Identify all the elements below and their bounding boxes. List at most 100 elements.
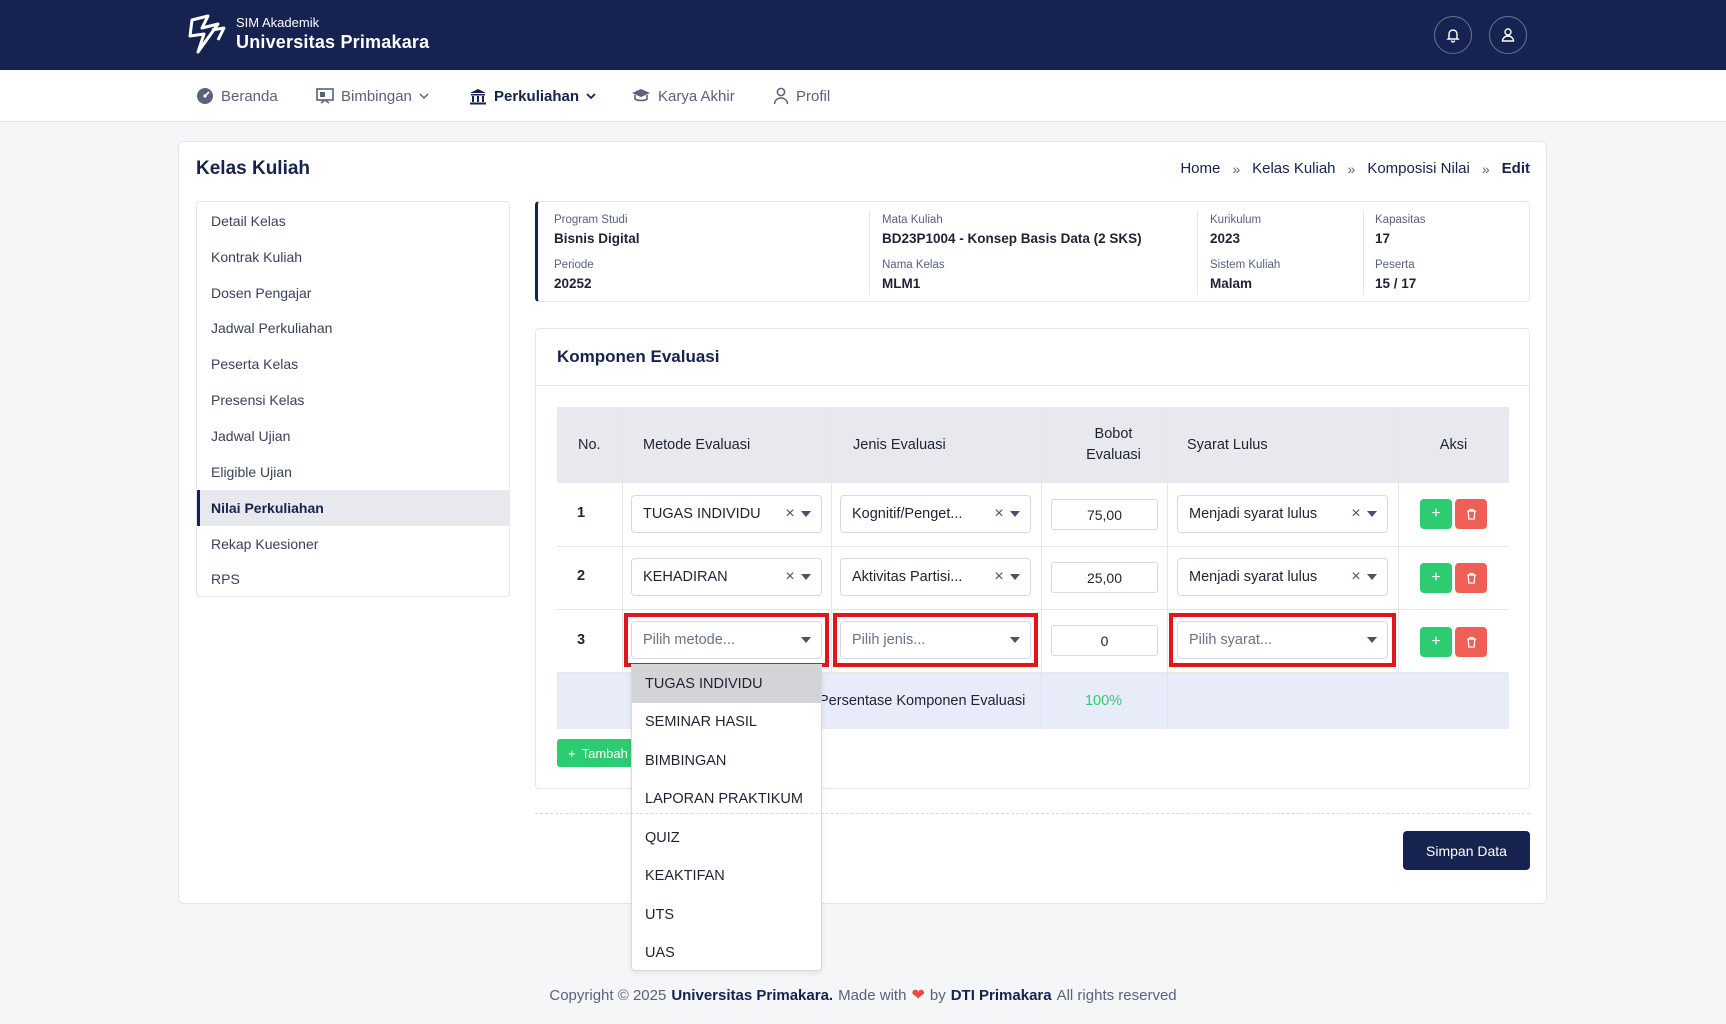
row-number: 3 xyxy=(577,632,586,648)
syarat-select[interactable]: Menjadi syarat lulus × xyxy=(1177,495,1388,533)
brand-subtitle: SIM Akademik xyxy=(236,15,320,30)
info-kurikulum: Kurikulum 2023 xyxy=(1210,214,1262,246)
clear-icon[interactable]: × xyxy=(992,505,1006,523)
breadcrumb-separator: » xyxy=(1347,160,1356,177)
add-row-button[interactable]: + xyxy=(1420,563,1452,593)
bobot-input[interactable]: 0 xyxy=(1051,625,1158,656)
column-header-syarat: Syarat Lulus xyxy=(1187,437,1268,453)
class-info-box: Program Studi Bisnis Digital Periode 202… xyxy=(535,201,1530,302)
sidebar-item-kontrak-kuliah[interactable]: Kontrak Kuliah xyxy=(197,239,509,275)
sidebar-item-rps[interactable]: RPS xyxy=(197,561,509,597)
trash-icon xyxy=(1466,572,1476,584)
delete-row-button[interactable] xyxy=(1455,627,1487,657)
breadcrumb-separator: » xyxy=(1481,160,1490,177)
sidebar-item-dosen-pengajar[interactable]: Dosen Pengajar xyxy=(197,275,509,311)
nav-bimbingan[interactable]: Bimbingan xyxy=(316,70,429,122)
chevron-down-icon xyxy=(586,93,596,100)
column-divider xyxy=(1398,407,1399,673)
table-header: No. Metode Evaluasi Jenis Evaluasi Bobot… xyxy=(557,407,1509,483)
sidebar-item-eligible-ujian[interactable]: Eligible Ujian xyxy=(197,454,509,490)
caret-down-icon xyxy=(801,574,811,580)
metode-select[interactable]: TUGAS INDIVIDU × xyxy=(631,495,822,533)
syarat-select[interactable]: Menjadi syarat lulus × xyxy=(1177,558,1388,596)
column-header-aksi: Aksi xyxy=(1439,437,1468,453)
caret-down-icon xyxy=(1367,511,1377,517)
sidebar-item-nilai-perkuliahan[interactable]: Nilai Perkuliahan xyxy=(197,490,509,526)
top-header: SIM Akademik Universitas Primakara xyxy=(0,0,1726,70)
sidebar-item-peserta-kelas[interactable]: Peserta Kelas xyxy=(197,346,509,382)
sidebar-item-presensi-kelas[interactable]: Presensi Kelas xyxy=(197,382,509,418)
info-divider xyxy=(869,210,870,295)
dropdown-option-tugas-individu[interactable]: TUGAS INDIVIDU xyxy=(632,665,821,703)
clear-icon[interactable]: × xyxy=(992,568,1006,586)
class-sidebar: Detail Kelas Kontrak Kuliah Dosen Pengaj… xyxy=(196,201,510,597)
nav-beranda[interactable]: Beranda xyxy=(196,70,278,122)
sidebar-item-rekap-kuesioner[interactable]: Rekap Kuesioner xyxy=(197,526,509,562)
info-divider xyxy=(1197,210,1198,295)
syarat-select[interactable]: Pilih syarat... xyxy=(1177,621,1388,659)
caret-down-icon xyxy=(1010,637,1020,643)
jenis-select[interactable]: Pilih jenis... xyxy=(840,621,1031,659)
jenis-select[interactable]: Kognitif/Penget... × xyxy=(840,495,1031,533)
column-header-bobot: Bobot Evaluasi xyxy=(1086,426,1141,463)
dropdown-option-quiz[interactable]: QUIZ xyxy=(632,819,821,857)
plus-icon: + xyxy=(568,745,576,761)
board-icon xyxy=(316,88,334,104)
info-nama-kelas: Nama Kelas MLM1 xyxy=(882,259,945,291)
metode-select[interactable]: Pilih metode... xyxy=(631,621,822,659)
row-divider xyxy=(557,609,1509,610)
add-row-button[interactable]: + xyxy=(1420,499,1452,529)
save-button[interactable]: Simpan Data xyxy=(1403,831,1530,870)
graduation-cap-icon xyxy=(632,89,650,102)
user-icon xyxy=(1501,28,1515,42)
clear-icon[interactable]: × xyxy=(783,505,797,523)
dropdown-option-keaktifan[interactable]: KEAKTIFAN xyxy=(632,857,821,895)
panel-divider xyxy=(536,385,1529,386)
nav-karya-akhir[interactable]: Karya Akhir xyxy=(631,70,735,122)
dropdown-option-seminar-hasil[interactable]: SEMINAR HASIL xyxy=(632,703,821,741)
heart-icon: ❤ xyxy=(911,987,925,1004)
sidebar-item-detail-kelas[interactable]: Detail Kelas xyxy=(197,203,509,239)
dropdown-option-uas[interactable]: UAS xyxy=(632,934,821,970)
dropdown-option-bimbingan[interactable]: BIMBINGAN xyxy=(632,742,821,780)
breadcrumb: Home » Kelas Kuliah » Komposisi Nilai » … xyxy=(1180,160,1530,177)
add-row-button[interactable]: + xyxy=(1420,627,1452,657)
brand[interactable]: SIM Akademik Universitas Primakara xyxy=(188,14,429,54)
row-number: 1 xyxy=(577,505,586,521)
jenis-select[interactable]: Aktivitas Partisi... × xyxy=(840,558,1031,596)
info-sistem-kuliah: Sistem Kuliah Malam xyxy=(1210,259,1281,291)
breadcrumb-separator: » xyxy=(1232,160,1241,177)
profile-button[interactable] xyxy=(1489,16,1527,54)
column-header-metode: Metode Evaluasi xyxy=(643,437,751,453)
brand-title: Universitas Primakara xyxy=(236,32,430,52)
column-header-jenis: Jenis Evaluasi xyxy=(853,437,946,453)
chevron-down-icon xyxy=(419,93,429,100)
sidebar-item-jadwal-perkuliahan[interactable]: Jadwal Perkuliahan xyxy=(197,310,509,346)
info-peserta: Peserta 15 / 17 xyxy=(1375,259,1417,291)
trash-icon xyxy=(1466,636,1476,648)
sidebar-item-jadwal-ujian[interactable]: Jadwal Ujian xyxy=(197,418,509,454)
bobot-input[interactable]: 75,00 xyxy=(1051,499,1158,530)
metode-select[interactable]: KEHADIRAN × xyxy=(631,558,822,596)
column-divider xyxy=(622,407,623,673)
dashboard-icon xyxy=(197,88,213,104)
notification-button[interactable] xyxy=(1434,16,1472,54)
breadcrumb-kelas-kuliah[interactable]: Kelas Kuliah xyxy=(1252,160,1335,177)
breadcrumb-komposisi-nilai[interactable]: Komposisi Nilai xyxy=(1367,160,1470,177)
clear-icon[interactable]: × xyxy=(1349,568,1363,586)
main-nav: Beranda Bimbingan Perkuliahan Karya Akhi… xyxy=(0,70,1726,122)
caret-down-icon xyxy=(1010,511,1020,517)
footer-org: Universitas Primakara. xyxy=(671,986,834,1004)
delete-row-button[interactable] xyxy=(1455,563,1487,593)
user-icon xyxy=(773,87,789,105)
clear-icon[interactable]: × xyxy=(1349,505,1363,523)
dropdown-option-uts[interactable]: UTS xyxy=(632,896,821,934)
breadcrumb-home[interactable]: Home xyxy=(1180,160,1220,177)
column-divider xyxy=(831,407,832,673)
nav-profil[interactable]: Profil xyxy=(773,70,830,122)
column-divider xyxy=(1167,673,1168,729)
delete-row-button[interactable] xyxy=(1455,499,1487,529)
nav-perkuliahan[interactable]: Perkuliahan xyxy=(469,70,596,122)
bobot-input[interactable]: 25,00 xyxy=(1051,562,1158,593)
clear-icon[interactable]: × xyxy=(783,568,797,586)
